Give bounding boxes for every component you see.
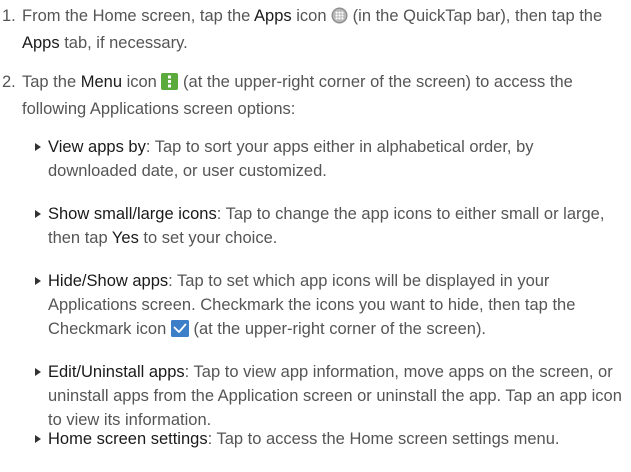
option-term: View apps by xyxy=(48,138,146,156)
step-text: From the Home screen, tap the Apps icon … xyxy=(22,7,603,52)
option-view-apps-by: View apps by: Tap to sort your apps eith… xyxy=(22,135,627,183)
yes-label: Yes xyxy=(111,229,139,247)
option-edit-uninstall-apps: Edit/Uninstall apps: Tap to view app inf… xyxy=(22,360,627,432)
option-home-screen-settings: Home screen settings: Tap to access the … xyxy=(22,427,627,451)
option-term: Hide/Show apps xyxy=(48,272,169,290)
step-number: 2. xyxy=(2,73,16,91)
option-show-small-large-icons: Show small/large icons: Tap to change th… xyxy=(22,202,627,250)
apps-tab-label: Apps xyxy=(22,34,60,52)
step-number: 1. xyxy=(2,7,16,25)
bullet-arrow-icon xyxy=(35,277,41,285)
option-term: Show small/large icons xyxy=(48,205,217,223)
step-1: 1. From the Home screen, tap the Apps ic… xyxy=(0,4,625,55)
bullet-arrow-icon xyxy=(35,210,41,218)
apps-grid-icon xyxy=(331,7,348,31)
option-hide-show-apps: Hide/Show apps: Tap to set which app ico… xyxy=(22,269,627,344)
bullet-arrow-icon xyxy=(35,143,41,151)
instructions-page: 1. From the Home screen, tap the Apps ic… xyxy=(0,0,631,472)
bullet-arrow-icon xyxy=(35,435,41,443)
option-term: Edit/Uninstall apps xyxy=(48,363,185,381)
option-term: Home screen settings xyxy=(48,430,208,448)
menu-vertical-dots-icon xyxy=(161,73,179,97)
menu-label: Menu xyxy=(80,73,122,91)
step-text: Tap the Menu icon (at the upper-right co… xyxy=(22,73,573,118)
step-2: 2. Tap the Menu icon (at the upper-right… xyxy=(0,70,625,121)
apps-label: Apps xyxy=(254,7,292,25)
bullet-arrow-icon xyxy=(35,368,41,376)
checkmark-icon xyxy=(170,320,189,344)
